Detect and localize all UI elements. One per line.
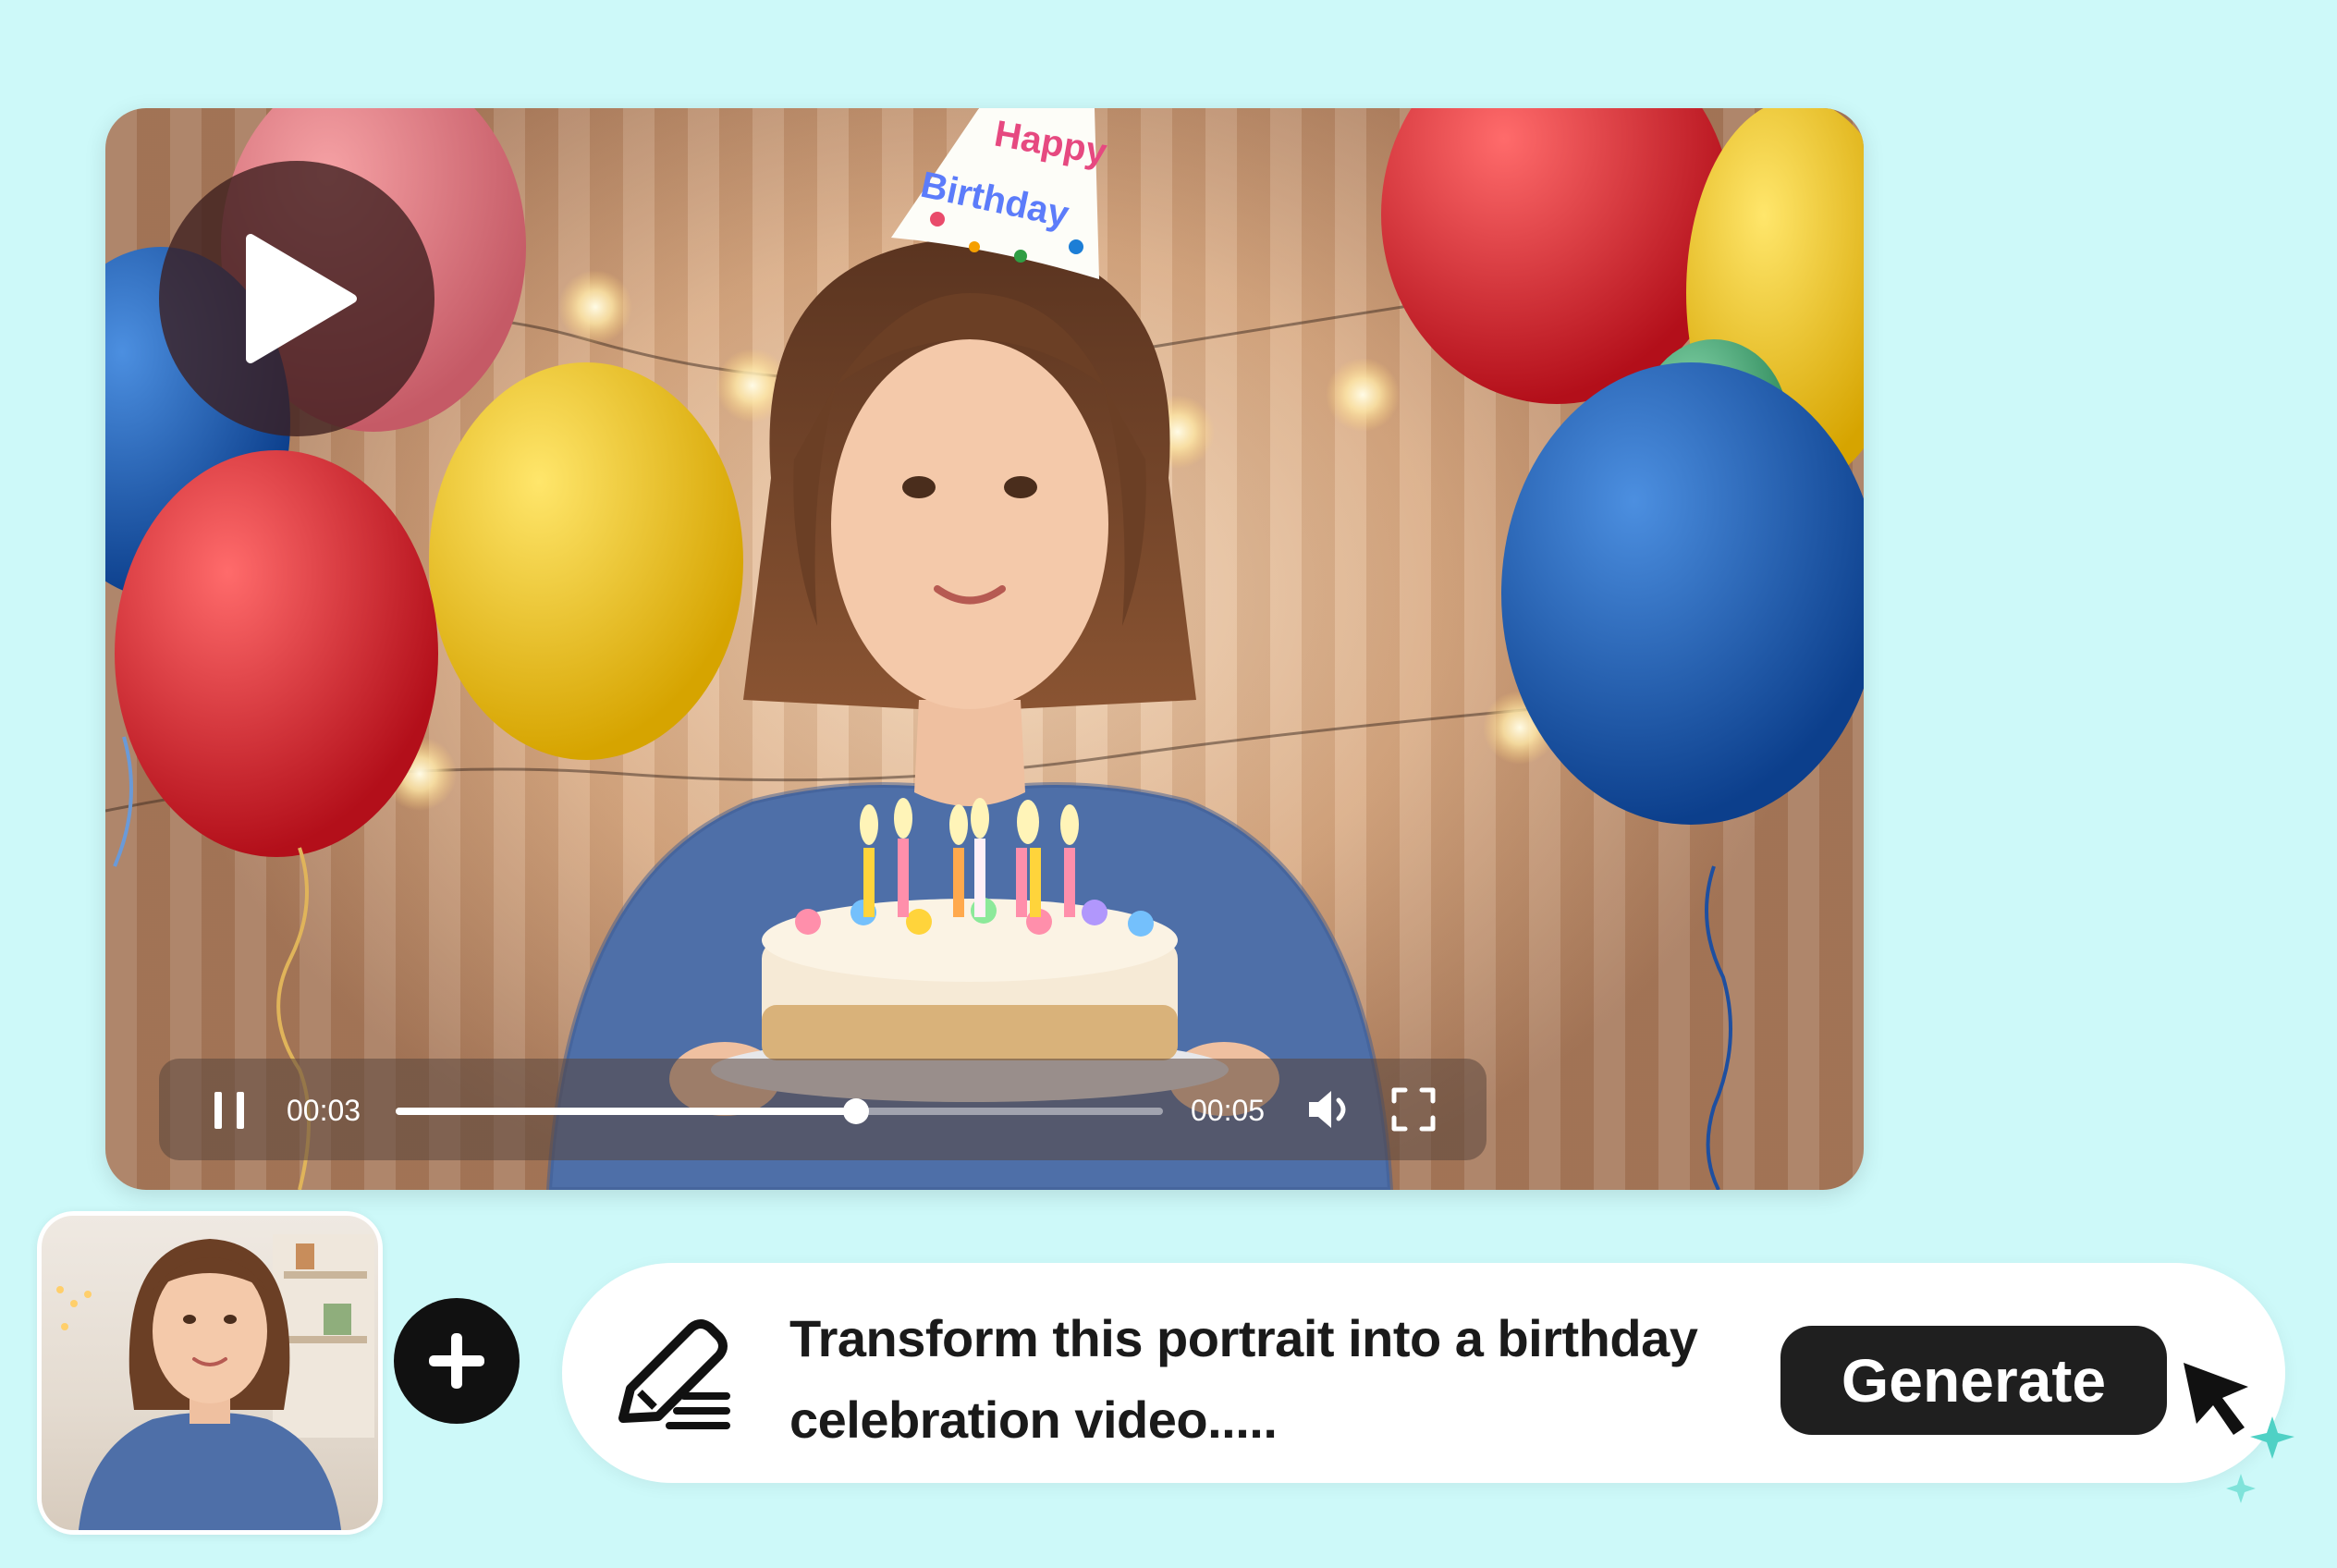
pen-icon <box>618 1319 730 1429</box>
seek-progress <box>396 1108 856 1115</box>
prompt-input[interactable]: Transform this portrait into a birthday … <box>789 1298 1714 1461</box>
volume-icon[interactable] <box>1305 1086 1355 1133</box>
total-duration: 00:05 <box>1191 1094 1266 1127</box>
generate-button[interactable]: Generate <box>1780 1326 2167 1435</box>
prompt-text-line2: celebration video..... <box>789 1390 1278 1449</box>
prompt-bar: Transform this portrait into a birthday … <box>562 1263 2285 1483</box>
video-controls: 00:03 00:05 <box>159 1059 1487 1160</box>
mouse-pointer-icon <box>2184 1363 2294 1503</box>
seek-handle[interactable] <box>843 1098 869 1124</box>
prompt-text-line1: Transform this portrait into a birthday <box>789 1309 1698 1367</box>
pause-icon[interactable] <box>211 1092 248 1129</box>
portrait-image <box>56 1234 374 1530</box>
video-player[interactable]: Happy Birthday 00:03 00:05 <box>105 108 1864 1190</box>
current-time: 00:03 <box>287 1094 361 1127</box>
seek-bar[interactable] <box>396 1098 1163 1124</box>
play-icon <box>246 234 357 363</box>
play-button[interactable] <box>159 161 434 436</box>
fullscreen-icon[interactable] <box>1390 1086 1437 1133</box>
source-portrait-thumbnail[interactable] <box>37 1211 383 1535</box>
add-button[interactable] <box>394 1298 520 1424</box>
